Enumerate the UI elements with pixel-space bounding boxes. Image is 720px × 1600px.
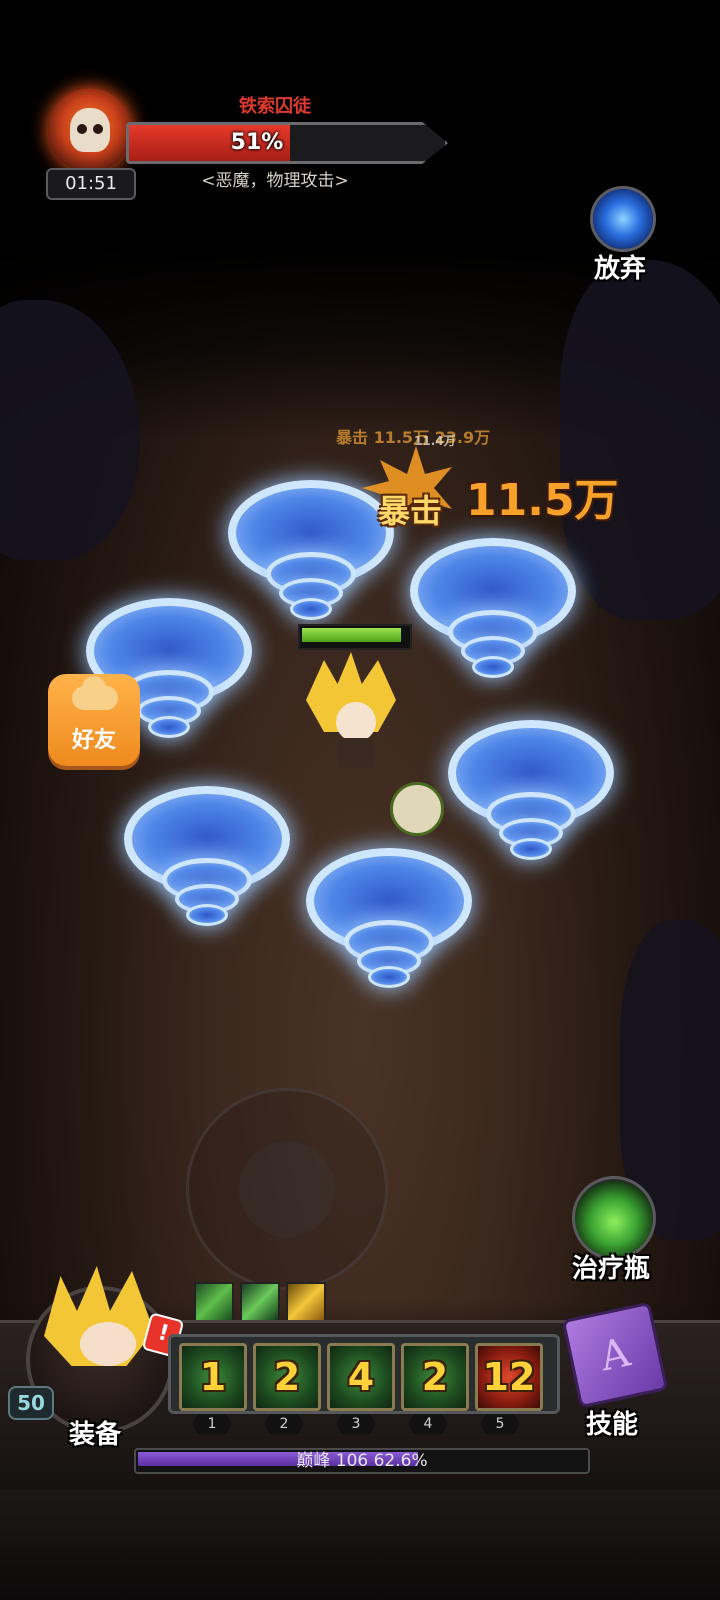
cave-rock-right [560,260,720,620]
heal-potion-label: 治疗瓶 [571,1254,650,1284]
equipment-label: 装备 [68,1420,121,1450]
skill-slot-1[interactable]: 1 [179,1343,247,1411]
slot-number: 5 [480,1414,520,1434]
skills-label: 技能 [585,1410,638,1440]
slot-number: 4 [408,1414,448,1434]
avatar-face [80,1322,136,1366]
skill-count: 4 [347,1355,375,1399]
pet-companion [390,782,444,836]
boss-timer: 01:51 [46,168,136,200]
boss-type: <恶魔，物理攻击> [201,171,349,191]
hero-hp-bar [298,624,412,650]
slot-number: 1 [192,1414,232,1434]
virtual-joystick[interactable] [186,1088,388,1290]
skill-slot-3[interactable]: 4 [327,1343,395,1411]
crit-damage-value: 11.5万 [466,475,619,526]
boss-hp-percent: 51% [230,130,284,155]
hero-character [296,652,416,772]
tornado-effect [124,786,290,936]
buff-icon [194,1282,234,1322]
heal-potion-button[interactable]: 治疗瓶 [562,1176,662,1286]
tornado-effect [228,480,394,630]
abandon-label: 放弃 [593,254,646,284]
skill-slot-5[interactable]: 12 [475,1343,543,1411]
skills-button[interactable]: 技能 [552,1301,672,1442]
xp-text: 巅峰 106 62.6% [296,1451,428,1471]
joystick-knob[interactable] [239,1141,335,1237]
tornado-effect [306,848,472,998]
boss-portrait [48,88,132,172]
skill-count: 2 [273,1355,301,1399]
level-badge: 50 [8,1386,54,1420]
skill-count: 12 [482,1355,536,1399]
buff-icon [286,1282,326,1322]
faded-damage-small: 11.4万 [414,434,456,448]
portal-icon [590,186,656,252]
boss-hp-bar: 51% [126,122,448,164]
bottom-ornament [0,1490,720,1600]
buff-icon [240,1282,280,1322]
bull-skull-icon [70,108,110,152]
tornado-effect [448,720,614,870]
abandon-button[interactable]: 放弃 [584,186,656,286]
xp-bar: 巅峰 106 62.6% [134,1448,590,1474]
skill-slot-2[interactable]: 2 [253,1343,321,1411]
skill-count: 2 [421,1355,449,1399]
friends-button[interactable]: 好友 [48,674,140,766]
skill-slot-4[interactable]: 2 [401,1343,469,1411]
spellbook-icon [561,1301,669,1409]
slot-number: 3 [336,1414,376,1434]
crit-label: 暴击 [378,492,443,530]
skill-count: 1 [199,1355,227,1399]
friends-label: 好友 [71,728,116,753]
skill-tray: 1 2 4 2 12 [168,1334,560,1414]
tornado-effect [410,538,576,688]
slot-number: 2 [264,1414,304,1434]
cloud-icon [72,676,118,710]
boss-name: 铁索囚徒 [239,96,311,117]
hero-hp-fill [302,628,401,642]
